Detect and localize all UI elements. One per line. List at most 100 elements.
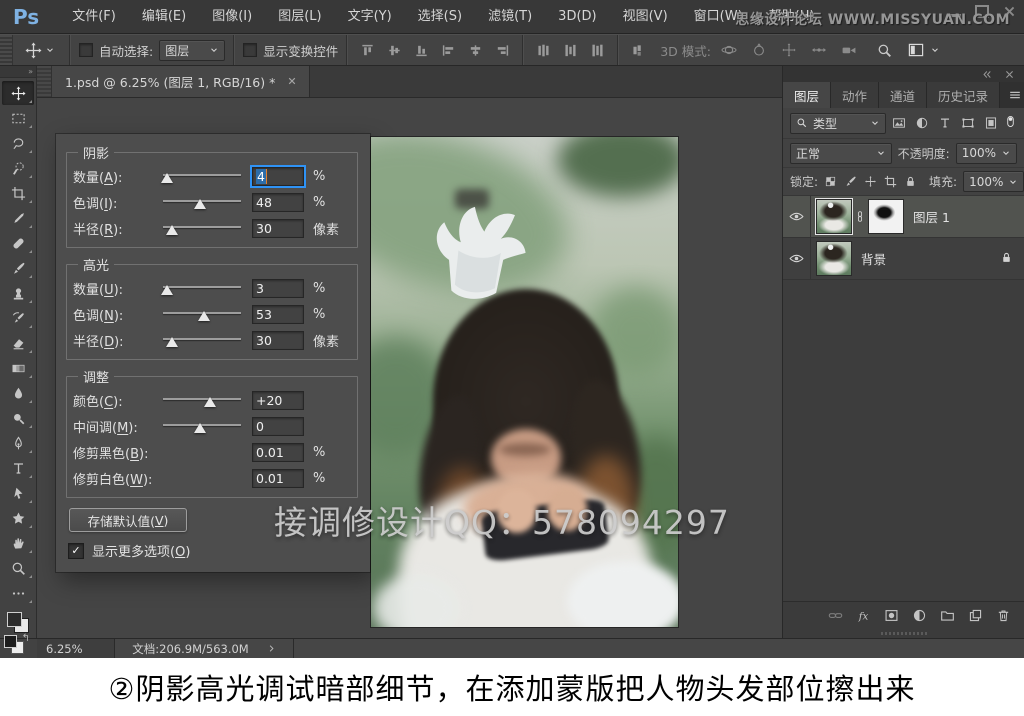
layer-thumbnail[interactable] [816,241,852,276]
distribute-bottom-icon[interactable] [590,43,605,58]
delete-layer-icon[interactable] [996,608,1011,623]
align-top-icon[interactable] [360,43,375,58]
menu-item-1[interactable]: 编辑(E) [129,0,199,33]
menu-item-0[interactable]: 文件(F) [59,0,129,33]
tab-close-icon[interactable] [287,76,299,88]
eyedropper-tool[interactable] [2,206,34,230]
dialog-slider[interactable] [161,220,243,236]
magnifier-icon[interactable] [877,43,892,58]
filter-type-icon[interactable] [938,116,952,130]
auto-select-checkbox[interactable] [79,43,93,57]
fx-icon[interactable]: fx [856,608,871,623]
hand-tool[interactable] [2,531,34,555]
show-transform-option[interactable]: 显示变换控件 [243,41,338,60]
dialog-slider[interactable] [161,418,243,434]
panel-resize-grip[interactable] [783,629,1024,638]
dialog-value-field[interactable]: 0.01 [252,469,304,488]
auto-select-option[interactable]: 自动选择: [79,41,153,60]
layer-row-1[interactable]: 背景 [783,238,1024,280]
dialog-slider[interactable] [161,392,243,408]
menu-item-8[interactable]: 视图(V) [610,0,681,33]
menu-item-7[interactable]: 3D(D) [545,0,609,33]
layer-row-0[interactable]: 图层 1 [783,196,1024,238]
distribute-vcenter-icon[interactable] [563,43,578,58]
fill-dropdown[interactable]: 100% [963,171,1024,192]
lock-artboard-icon[interactable] [884,175,897,188]
slider-thumb[interactable] [166,337,178,347]
filter-type-dropdown[interactable]: 类型 [790,113,886,134]
healing-brush-tool[interactable] [2,231,34,255]
dialog-value-field[interactable]: 53 [252,305,304,324]
align-hcenter-icon[interactable] [468,43,483,58]
more-tools[interactable] [2,581,34,605]
dialog-value-field[interactable]: 0.01 [252,443,304,462]
lock-move-icon[interactable] [864,175,877,188]
collapse-panels-icon[interactable] [981,69,992,80]
document-tab[interactable]: 1.psd @ 6.25% (图层 1, RGB/16) * [52,66,310,97]
3d-slide-icon[interactable] [811,42,827,58]
crop-tool[interactable] [2,181,34,205]
panel-tab-0[interactable]: 图层 [783,82,831,108]
panel-close-icon[interactable] [1004,69,1015,80]
distribute-top-icon[interactable] [536,43,551,58]
history-brush-tool[interactable] [2,306,34,330]
slider-thumb[interactable] [166,225,178,235]
blur-tool[interactable] [2,381,34,405]
opacity-dropdown[interactable]: 100% [956,143,1017,164]
path-select-tool[interactable] [2,481,34,505]
foreground-color-swatch[interactable] [7,612,22,627]
filter-shape-icon[interactable] [961,116,975,130]
menu-item-3[interactable]: 图层(L) [265,0,334,33]
align-bottom-icon[interactable] [414,43,429,58]
layer-name[interactable]: 图层 1 [913,207,950,226]
layer-thumbnail[interactable] [816,199,852,234]
layer-mask-thumbnail[interactable] [868,199,904,234]
auto-align-icon[interactable] [631,43,646,58]
options-bar-grip[interactable] [0,35,13,65]
filter-adjust-icon[interactable] [915,116,929,130]
dialog-slider[interactable] [161,194,243,210]
quick-select-tool[interactable] [2,156,34,180]
canvas[interactable]: 阴影数量(A):4%色调(I):48%半径(R):30像素高光数量(U):3%色… [37,98,782,638]
eraser-tool[interactable] [2,331,34,355]
pen-tool[interactable] [2,431,34,455]
layer-name[interactable]: 背景 [861,249,886,268]
brush-tool[interactable] [2,256,34,280]
dialog-slider[interactable] [161,280,243,296]
dialog-slider[interactable] [161,332,243,348]
clone-stamp-tool[interactable] [2,281,34,305]
dodge-tool[interactable] [2,406,34,430]
dialog-value-field[interactable]: 30 [252,331,304,350]
lock-transparent-icon[interactable] [824,175,837,188]
panel-tab-1[interactable]: 动作 [831,82,879,108]
align-left-icon[interactable] [441,43,456,58]
group-icon[interactable] [940,608,955,623]
panel-tab-3[interactable]: 历史记录 [927,82,1000,108]
type-tool[interactable] [2,456,34,480]
add-mask-icon[interactable] [884,608,899,623]
menu-item-5[interactable]: 选择(S) [405,0,475,33]
workspace-switcher[interactable] [906,42,940,58]
menu-item-6[interactable]: 滤镜(T) [475,0,545,33]
slider-thumb[interactable] [194,423,206,433]
menu-item-2[interactable]: 图像(I) [199,0,265,33]
dialog-value-field[interactable]: 0 [252,417,304,436]
panel-menu-icon[interactable] [1000,82,1024,108]
link-layers-icon[interactable] [828,608,843,623]
dialog-value-field[interactable]: 30 [252,219,304,238]
filter-smart-icon[interactable] [984,116,998,130]
marquee-tool[interactable] [2,106,34,130]
3d-zoom-icon[interactable] [841,42,857,58]
show-more-checkbox[interactable]: ✓ [68,543,84,559]
dialog-value-field[interactable]: 48 [252,193,304,212]
slider-thumb[interactable] [204,397,216,407]
lasso-tool[interactable] [2,131,34,155]
blend-mode-dropdown[interactable]: 正常 [790,143,892,164]
lock-all-icon[interactable] [904,175,917,188]
move-tool[interactable] [2,81,34,105]
layer-visibility-icon[interactable] [783,196,811,237]
filter-pixel-icon[interactable] [892,116,906,130]
slider-thumb[interactable] [161,173,173,183]
3d-orbit-icon[interactable] [721,42,737,58]
filter-toggle-icon[interactable] [1004,114,1017,133]
